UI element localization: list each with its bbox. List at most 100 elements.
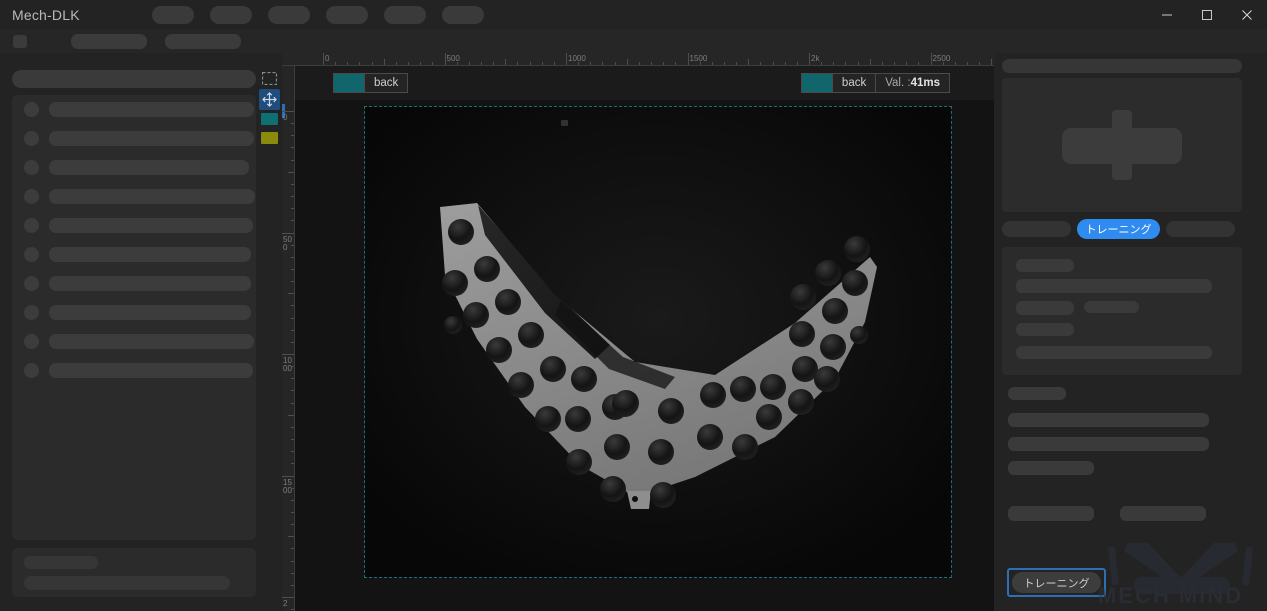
right-panel-header	[1002, 59, 1242, 73]
ruler-minor-tick	[772, 62, 774, 65]
list-item-checkbox[interactable]	[24, 363, 39, 378]
prediction-chip-text: back	[841, 77, 867, 89]
ruler-minor-tick	[291, 378, 294, 380]
toolbar-icon-button[interactable]	[13, 34, 27, 48]
list-item[interactable]	[12, 327, 256, 356]
ruler-minor-tick	[291, 511, 294, 513]
ruler-minor-tick	[291, 281, 294, 283]
toolbar-group-1[interactable]	[71, 33, 147, 49]
ruler-minor-tick	[602, 62, 604, 65]
section-field-3[interactable]	[1008, 461, 1094, 475]
train-button[interactable]: トレーニング	[1012, 572, 1101, 593]
prediction-color-swatch	[801, 74, 832, 92]
search-input[interactable]	[12, 70, 256, 88]
list-item[interactable]	[12, 182, 256, 211]
list-item-checkbox[interactable]	[24, 247, 39, 262]
ruler-minor-tick	[966, 62, 968, 65]
list-item[interactable]	[12, 240, 256, 269]
color-swatch-teal[interactable]	[261, 113, 278, 125]
list-item-checkbox[interactable]	[24, 189, 39, 204]
list-item-label	[49, 247, 251, 262]
tab-training[interactable]: トレーニング	[1077, 219, 1160, 239]
list-item[interactable]	[12, 269, 256, 298]
menu-item-2[interactable]	[209, 5, 252, 24]
list-item[interactable]	[12, 95, 256, 124]
section-field-1[interactable]	[1008, 413, 1209, 427]
ruler-minor-tick	[432, 62, 434, 65]
section-button-left[interactable]	[1008, 506, 1094, 521]
param-field-1[interactable]	[1016, 279, 1212, 293]
menu-item-4[interactable]	[325, 5, 368, 24]
ruler-minor-tick	[291, 390, 294, 392]
ruler-minor-tick	[796, 62, 798, 65]
ruler-minor-tick	[857, 62, 859, 65]
ruler-minor-tick	[291, 584, 294, 586]
menu-item-1[interactable]	[151, 5, 194, 24]
list-item-checkbox[interactable]	[24, 305, 39, 320]
ruler-minor-tick	[663, 62, 665, 65]
ruler-minor-tick	[614, 62, 616, 65]
menu-item-3[interactable]	[267, 5, 310, 24]
marquee-select-tool-button[interactable]	[259, 68, 280, 89]
menu-bar	[151, 5, 484, 24]
list-item[interactable]	[12, 211, 256, 240]
ruler-minor-tick	[291, 123, 294, 125]
tab-left[interactable]	[1002, 221, 1071, 237]
list-item-label	[49, 160, 249, 175]
list-item[interactable]	[12, 356, 256, 385]
list-item-label	[49, 131, 254, 146]
label-chip-text: back	[374, 77, 399, 89]
list-item[interactable]	[12, 298, 256, 327]
list-item-checkbox[interactable]	[24, 102, 39, 117]
list-item-checkbox[interactable]	[24, 131, 39, 146]
image-list[interactable]	[12, 95, 256, 540]
ruler-major-tick	[282, 354, 294, 355]
list-item-checkbox[interactable]	[24, 218, 39, 233]
ruler-minor-tick	[371, 62, 373, 65]
ruler-minor-tick	[291, 426, 294, 428]
label-chip-prediction[interactable]: back Val. : 41ms	[800, 73, 950, 93]
list-item-checkbox[interactable]	[24, 276, 39, 291]
ruler-minor-tick	[291, 451, 294, 453]
menu-item-6[interactable]	[441, 5, 484, 24]
label-chip-ground-truth[interactable]: back	[333, 73, 409, 93]
ruler-minor-tick	[291, 439, 294, 441]
ruler-minor-tick	[553, 62, 555, 65]
tab-right[interactable]	[1166, 221, 1235, 237]
ruler-minor-tick	[590, 62, 592, 65]
ruler-minor-tick	[291, 499, 294, 501]
ruler-minor-tick	[288, 536, 294, 538]
color-swatch-olive[interactable]	[261, 132, 278, 144]
list-item-checkbox[interactable]	[24, 334, 39, 349]
param-field-3[interactable]	[1016, 346, 1212, 359]
sample-image-graphic	[365, 107, 951, 577]
ruler-minor-tick	[529, 62, 531, 65]
ruler-minor-tick	[288, 414, 294, 416]
ruler-minor-tick	[906, 62, 908, 65]
ruler-minor-tick	[748, 59, 750, 65]
menu-item-5[interactable]	[383, 5, 426, 24]
section-button-right[interactable]	[1120, 506, 1206, 521]
close-button[interactable]	[1227, 0, 1267, 29]
list-item-checkbox[interactable]	[24, 160, 39, 175]
list-item-label	[49, 189, 255, 204]
section-field-2[interactable]	[1008, 437, 1209, 451]
left-sidebar	[0, 53, 256, 611]
canvas-header-bar: back back Val. : 41ms	[295, 66, 994, 100]
maximize-button[interactable]	[1187, 0, 1227, 29]
parameter-card	[1002, 247, 1242, 375]
ruler-minor-tick	[954, 62, 956, 65]
ruler-major-tick	[282, 597, 294, 598]
param-value-2[interactable]	[1084, 301, 1139, 313]
ruler-minor-tick	[291, 572, 294, 574]
image-canvas[interactable]: back back Val. : 41ms	[295, 66, 994, 611]
sample-image[interactable]	[364, 106, 952, 578]
minimize-button[interactable]	[1147, 0, 1187, 29]
list-item[interactable]	[12, 124, 256, 153]
ruler-label: 1500	[689, 54, 708, 63]
move-tool-button[interactable]	[259, 89, 280, 110]
list-item-label	[49, 276, 251, 291]
toolbar-group-2[interactable]	[165, 33, 241, 49]
list-item[interactable]	[12, 153, 256, 182]
canvas-tool-rail	[256, 53, 282, 611]
